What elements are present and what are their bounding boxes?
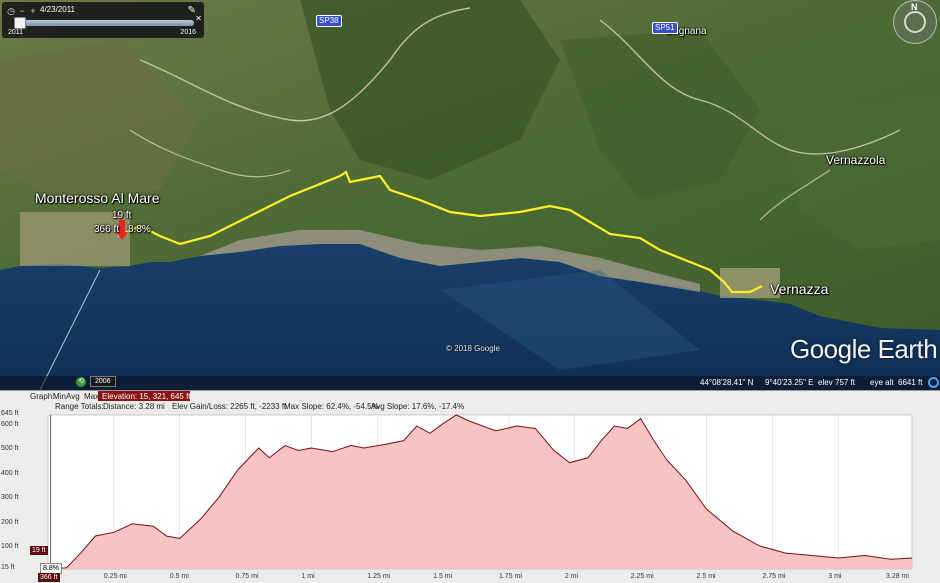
status-eye-altitude: 6641 ft — [898, 378, 923, 387]
range-totals-label: Range Totals: — [55, 402, 104, 411]
zoom-out-icon[interactable]: − — [17, 6, 27, 16]
loading-indicator-icon — [928, 377, 939, 388]
x-tick-label: 1.75 mi — [498, 573, 522, 580]
imagery-year-badge: 2006 — [90, 376, 116, 387]
profile-stats: Graph: Min Avg Max Elevation: 15, 321, 6… — [0, 391, 940, 411]
slider-start-year: 2011 — [8, 29, 24, 36]
zoom-in-icon[interactable]: + — [28, 6, 38, 16]
x-tick-label: 1.5 mi — [433, 573, 453, 580]
google-earth-logo: Google Earth — [790, 334, 938, 364]
track-elev-label: 19 ft — [112, 210, 132, 221]
y-tick-label: 200 ft — [1, 518, 19, 526]
x-tick-label: 0.25 mi — [103, 573, 127, 580]
track-dist-label: 366 ft — [94, 224, 120, 235]
status-elev-label: elev — [818, 378, 833, 387]
x-tick-label: 1 mi — [301, 573, 315, 580]
graph-avg-link[interactable]: Avg — [66, 392, 80, 401]
slider-date: 4/23/2011 — [40, 5, 75, 14]
x-tick-label: 3 mi — [828, 573, 842, 580]
compass-control[interactable]: N — [893, 0, 937, 44]
close-icon[interactable]: ✕ — [195, 14, 202, 23]
cursor-dist-marker: 366 ft — [38, 573, 60, 582]
y-tick-label: 100 ft — [1, 543, 19, 551]
cursor-elev-marker: 19 ft — [30, 546, 48, 555]
slider-handle[interactable] — [14, 17, 26, 29]
status-eye-label: eye alt — [870, 378, 894, 387]
place-vernazza[interactable]: Vernazza — [770, 281, 828, 297]
clock-icon[interactable]: ◷ — [6, 6, 16, 16]
status-elevation: 757 ft — [835, 378, 856, 387]
x-tick-label: 1.25 mi — [367, 573, 391, 580]
gain-loss-stat: Elev Gain/Loss: 2265 ft, -2233 ft — [172, 402, 287, 411]
slider-end-year: 2016 — [180, 29, 196, 36]
graph-label: Graph: — [30, 392, 55, 401]
x-tick-label: 0.5 mi — [169, 573, 189, 580]
compass-ring-icon[interactable] — [904, 11, 926, 33]
x-tick-label: 2.25 mi — [630, 573, 654, 580]
max-slope-stat: Max Slope: 62.4%, -54.5% — [284, 402, 379, 411]
road-shield-sp38: SP38 — [316, 15, 342, 27]
y-tick-label: 300 ft — [1, 494, 19, 502]
y-tick-label: 500 ft — [1, 445, 19, 453]
status-bar: 44°08'28.41" N 9°40'23.25" E elev 757 ft… — [0, 376, 940, 390]
status-longitude: 9°40'23.25" E — [765, 378, 814, 387]
y-tick-label: 15 ft — [1, 564, 15, 571]
x-tick-label: 3.28 mi — [886, 573, 909, 580]
slider-track[interactable] — [14, 20, 194, 26]
map-view[interactable]: Monterosso Al Mare Vernazza Vernazzola D… — [0, 0, 940, 390]
distance-stat: Distance: 3.28 mi — [103, 402, 165, 411]
x-tick-label: 2.5 mi — [696, 573, 716, 580]
road-shield-sp51: SP51 — [652, 22, 678, 34]
google-earth-window: Monterosso Al Mare Vernazza Vernazzola D… — [0, 0, 940, 583]
place-monterosso[interactable]: Monterosso Al Mare — [35, 190, 160, 206]
x-tick-label: 0.75 mi — [235, 573, 259, 580]
x-tick-label: 2 mi — [564, 573, 579, 580]
copyright-notice: © 2018 Google — [446, 344, 500, 353]
avg-slope-stat: Avg Slope: 17.6%, -17.4% — [371, 402, 465, 411]
y-tick-label: 645 ft — [1, 410, 19, 417]
elevation-profile-panel[interactable]: Graph: Min Avg Max Elevation: 15, 321, 6… — [0, 390, 940, 583]
start-marker-icon — [119, 220, 125, 234]
y-tick-label: 600 ft — [1, 421, 19, 428]
graph-max-link[interactable]: Max — [84, 392, 99, 401]
historical-imagery-slider[interactable]: ◷ − + 4/23/2011 2011 2016 ✎ ✕ — [2, 2, 204, 38]
graph-min-link[interactable]: Min — [53, 392, 66, 401]
place-vernazzola[interactable]: Vernazzola — [826, 153, 885, 167]
track-slope-label: 8.8% — [128, 224, 151, 235]
y-tick-label: 400 ft — [1, 469, 19, 477]
elevation-profile-chart[interactable] — [0, 391, 940, 583]
elevation-stat: Elevation: 15, 321, 645 ft — [102, 392, 191, 401]
x-tick-label: 2.75 mi — [762, 573, 786, 580]
status-latitude: 44°08'28.41" N — [700, 378, 754, 387]
historical-imagery-icon[interactable]: ⟲ — [76, 377, 86, 387]
